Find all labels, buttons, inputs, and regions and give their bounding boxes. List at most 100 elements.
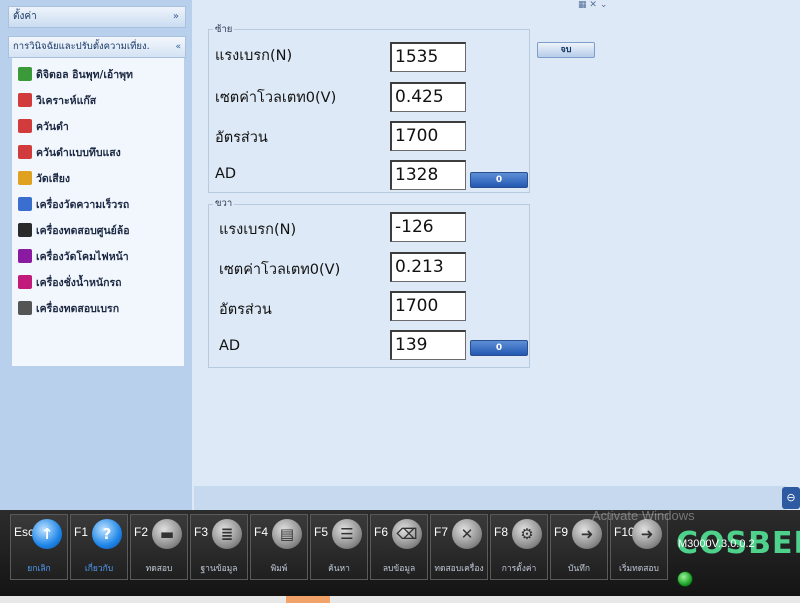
speedometer-icon [18,197,32,211]
fkey-label-text: ลบข้อมูล [382,564,416,574]
sidebar-item-brake-tester[interactable]: เครื่องทดสอบเบรก [18,298,119,320]
chevron-down-icon[interactable]: ⌄ [600,0,608,10]
activate-windows-watermark: Activate Windows [592,508,695,523]
fkey-label-key: F7 [434,525,449,539]
fkey-label-key: Esc [14,525,35,539]
brake-tester-icon [18,301,32,315]
right-ad-label: AD [219,338,241,354]
left-zero-voltage-field[interactable]: 0.425 [390,82,466,112]
right-ad-field[interactable]: 139 [390,330,466,360]
search-doc-icon: ☰ [332,519,362,549]
fkey-label-key: F1 [74,525,89,539]
right-group-title: ขวา [213,196,235,211]
right-zero-voltage-label: เซตค่าโวลเตท0(V) [219,262,341,278]
restore-icon[interactable]: ✕ [589,0,597,10]
collapse-panel-icon[interactable]: ⊖ [782,487,800,509]
car-icon: ▬ [152,519,182,549]
fkey-label-key: F9 [554,525,569,539]
digital-io-icon [18,67,32,81]
fkey-f8[interactable]: F8 ⚙ การตั้งค่า [490,514,548,580]
taskbar-app-tab[interactable] [286,596,330,603]
sidebar-item-scale[interactable]: เครื่องชั่งน้ำหนักรถ [18,272,121,294]
start-arrow-icon: ➜ [632,519,662,549]
database-icon: ≣ [212,519,242,549]
save-arrow-icon: ➜ [572,519,602,549]
fkey-f5[interactable]: F5 ☰ ค้นหา [310,514,368,580]
left-ratio-field[interactable]: 1700 [390,121,466,151]
right-ratio-field[interactable]: 1700 [390,291,466,321]
bottom-status-strip [194,486,786,510]
arrow-up-icon: ↑ [32,519,62,549]
sound-meter-icon [18,171,32,185]
fkey-label-text: บันทึก [568,564,590,574]
left-ad-label: AD [215,166,237,182]
sidebar-item-smoke[interactable]: ควันดำ [18,116,69,138]
fkey-label-key: F2 [134,525,149,539]
version-label: M3000V.3.0.0.2 [678,538,755,550]
sidebar-item-opacity-smoke[interactable]: ควันดำแบบทึบแสง [18,142,121,164]
connection-status-icon [677,571,693,587]
headlight-icon [18,249,32,263]
chevron-double-down-icon[interactable]: » [173,7,179,27]
fkey-label-text: การตั้งค่า [501,564,537,574]
fkey-f6[interactable]: F6 ⌫ ลบข้อมูล [370,514,428,580]
left-ratio-label: อัตรส่วน [215,130,268,146]
sidebar-item-gas-analyzer[interactable]: วิเคราะห์แก๊ส [18,90,96,112]
sidebar-section-label: การวินิจฉัยและปรับตั้งความเที่ยง. [13,41,150,52]
sidebar: ตั้งค่า » การวินิจฉัยและปรับตั้งความเที่… [0,0,192,510]
sidebar-item-label: วัดเสียง [36,173,70,185]
opacity-smoke-icon [18,145,32,159]
fkey-label-text: ฐานข้อมูล [200,564,238,574]
sidebar-item-label: วิเคราะห์แก๊ส [36,95,97,107]
sidebar-section-diagnostics[interactable]: การวินิจฉัยและปรับตั้งความเที่ยง. « [8,36,186,58]
fkey-f1[interactable]: F1 ? เกี่ยวกับ [70,514,128,580]
fkey-f2[interactable]: F2 ▬ ทดสอบ [130,514,188,580]
sidebar-item-wheel-alignment[interactable]: เครื่องทดสอบศูนย์ล้อ [18,220,130,242]
right-zero-voltage-field[interactable]: 0.213 [390,252,466,282]
window-controls[interactable]: ▦ ✕ ⌄ [578,0,622,14]
grid-icon[interactable]: ▦ [578,0,587,10]
sidebar-header-settings[interactable]: ตั้งค่า » [8,6,186,28]
left-ad-field[interactable]: 1328 [390,160,466,190]
fkey-label-text: ทดสอบเครื่อง [434,564,484,574]
fkey-label-text: ค้นหา [328,564,350,574]
fkey-label-key: F8 [494,525,509,539]
right-brake-force-label: แรงเบรก(N) [219,222,297,238]
gas-analyzer-icon [18,93,32,107]
right-ratio-label: อัตรส่วน [219,302,272,318]
fkey-label-key: F3 [194,525,209,539]
wheel-alignment-icon [18,223,32,237]
sidebar-item-label: เครื่องวัดโคมไฟหน้า [36,251,129,263]
fkey-f9[interactable]: F9 ➜ บันทึก [550,514,608,580]
left-group-title: ซ้าย [213,22,235,37]
fkey-f10[interactable]: F10 ➜ เริ่มทดสอบ [610,514,668,580]
sidebar-item-label: ควันดำแบบทึบแสง [36,147,121,159]
taskbar [0,596,800,603]
fkey-label-text: เกี่ยวกับ [84,564,114,574]
sidebar-item-speedometer[interactable]: เครื่องวัดความเร็วรถ [18,194,129,216]
sidebar-item-label: ดิจิตอล อินพุท/เอ้าพุท [36,69,133,81]
fkey-f7[interactable]: F7 ✕ ทดสอบเครื่อง [430,514,488,580]
sidebar-item-label: เครื่องชั่งน้ำหนักรถ [36,277,122,289]
fkey-label-text: พิมพ์ [270,564,288,574]
tools-icon: ✕ [452,519,482,549]
sidebar-item-sound-meter[interactable]: วัดเสียง [18,168,70,190]
left-brake-force-field[interactable]: 1535 [390,42,466,72]
right-brake-force-field[interactable]: -126 [390,212,466,242]
fkey-label-key: F4 [254,525,269,539]
sidebar-item-label: เครื่องวัดความเร็วรถ [36,199,130,211]
sidebar-item-list: ดิจิตอล อินพุท/เอ้าพุท วิเคราะห์แก๊ส ควั… [12,58,184,366]
fkey-f3[interactable]: F3 ≣ ฐานข้อมูล [190,514,248,580]
left-zero-button[interactable]: 0 [470,172,528,188]
sidebar-item-headlight[interactable]: เครื่องวัดโคมไฟหน้า [18,246,129,268]
left-zero-voltage-label: เซตค่าโวลเตท0(V) [215,90,337,106]
fkey-label-text: เริ่มทดสอบ [619,564,659,574]
close-button[interactable]: จบ [537,42,595,58]
chevron-double-up-icon[interactable]: « [175,37,181,57]
fkey-esc[interactable]: Esc ↑ ยกเลิก [10,514,68,580]
right-zero-button[interactable]: 0 [470,340,528,356]
trash-icon: ⌫ [392,519,422,549]
sidebar-item-digital-io[interactable]: ดิจิตอล อินพุท/เอ้าพุท [18,64,133,86]
fkey-f4[interactable]: F4 ▤ พิมพ์ [250,514,308,580]
help-icon: ? [92,519,122,549]
